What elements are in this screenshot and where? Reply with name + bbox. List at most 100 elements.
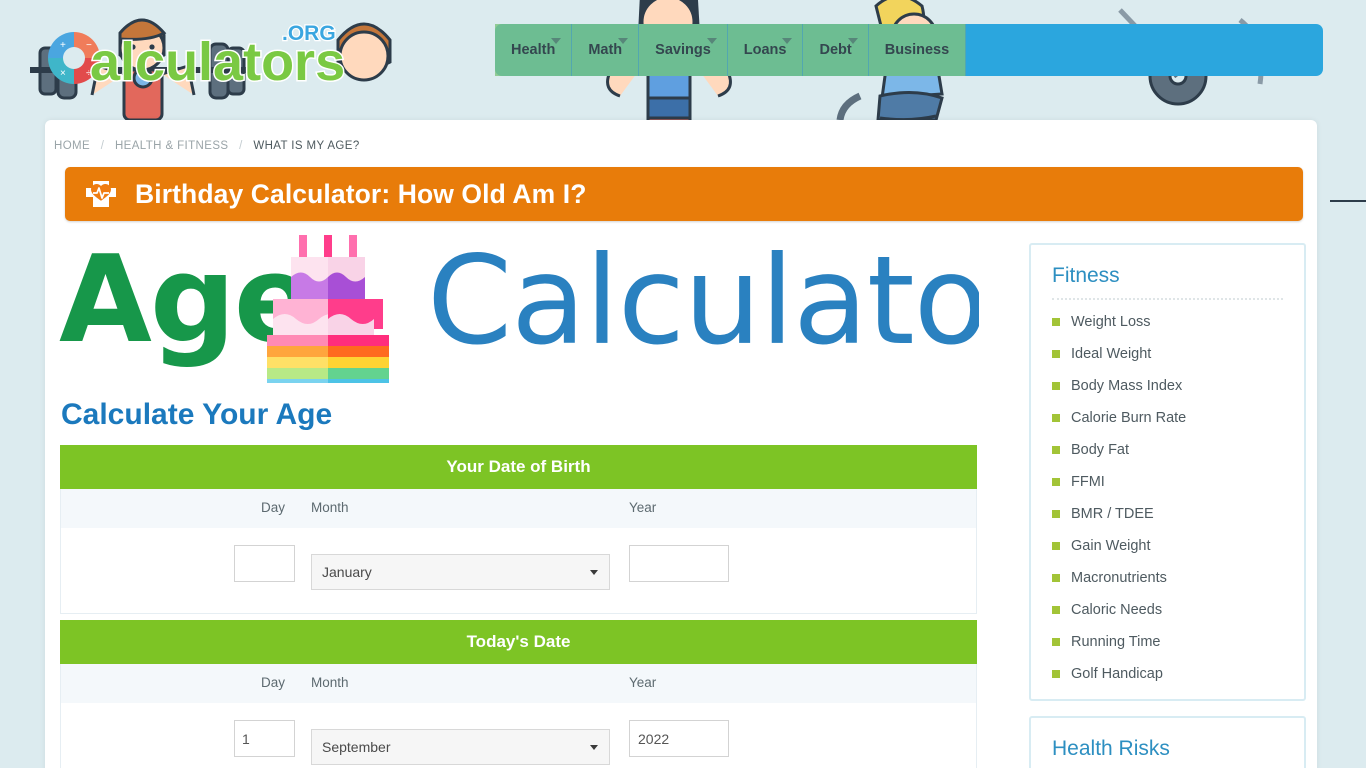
chevron-down-icon [618, 38, 629, 44]
chevron-down-icon [706, 38, 717, 44]
label-day: Day [261, 675, 286, 690]
birth-month-select[interactable]: January [311, 554, 610, 590]
svg-text:+: + [60, 40, 66, 51]
bullet-icon [1052, 446, 1060, 454]
site-logo[interactable]: + − × ÷ alculators .ORG [38, 8, 358, 108]
sidebar-fitness-list: Weight Loss Ideal Weight Body Mass Index… [1031, 306, 1304, 690]
bullet-icon [1052, 478, 1060, 486]
birth-year-input[interactable] [629, 545, 729, 582]
today-month-select[interactable]: September [311, 729, 610, 765]
sidebar-item-caloric-needs[interactable]: Caloric Needs [1052, 594, 1304, 626]
nav-label: Math [588, 42, 623, 58]
sidebar-item-label: Calorie Burn Rate [1071, 410, 1187, 426]
sidebar-item-label: Body Fat [1071, 442, 1130, 458]
label-day: Day [261, 500, 286, 515]
today-year-input[interactable] [629, 720, 729, 757]
sidebar-item-label: Weight Loss [1071, 314, 1151, 330]
nav-item-savings[interactable]: Savings [639, 24, 728, 76]
breadcrumb-separator: / [100, 140, 105, 152]
birth-day-input[interactable] [234, 545, 295, 582]
today-day-input[interactable] [234, 720, 295, 757]
nav-item-math[interactable]: Math [572, 24, 640, 76]
sidebar-item-calorie-burn-rate[interactable]: Calorie Burn Rate [1052, 402, 1304, 434]
heart-pulse-icon [81, 177, 121, 211]
svg-text:Calculator: Calculator [427, 233, 979, 372]
main-navigation: Health Math Savings Loans Debt Business [495, 24, 1323, 76]
bullet-icon [1052, 350, 1060, 358]
birth-month-value: January [322, 564, 372, 580]
page-edge-artifact [1330, 200, 1366, 202]
nav-label: Business [884, 42, 950, 58]
label-month: Month [311, 500, 349, 515]
svg-text:.ORG: .ORG [282, 22, 336, 45]
todays-date-label-row: Day Month Year [60, 664, 977, 703]
page-title: Birthday Calculator: How Old Am I? [135, 178, 587, 209]
sidebar-fitness: Fitness Weight Loss Ideal Weight Body Ma… [1029, 243, 1306, 701]
breadcrumb-home[interactable]: HOME [54, 140, 90, 152]
bullet-icon [1052, 574, 1060, 582]
sidebar-item-ffmi[interactable]: FFMI [1052, 466, 1304, 498]
nav-item-health[interactable]: Health [495, 24, 573, 76]
sidebar-health-risks-title: Health Risks [1052, 737, 1170, 760]
sidebar-health-risks: Health Risks [1029, 716, 1306, 768]
page-heading: Calculate Your Age [61, 398, 333, 431]
bullet-icon [1052, 638, 1060, 646]
sidebar-divider [1052, 298, 1283, 300]
nav-label: Savings [655, 42, 711, 58]
sidebar-item-macronutrients[interactable]: Macronutrients [1052, 562, 1304, 594]
date-of-birth-input-row: January [60, 528, 977, 614]
today-month-value: September [322, 739, 391, 755]
age-calculator-logo: Age Calculator [59, 230, 1039, 401]
sidebar-item-label: Running Time [1071, 634, 1161, 650]
nav-item-loans[interactable]: Loans [727, 24, 804, 76]
breadcrumb: HOME / HEALTH & FITNESS / WHAT IS MY AGE… [54, 140, 360, 152]
label-year: Year [629, 675, 657, 690]
breadcrumb-health-fitness[interactable]: HEALTH & FITNESS [115, 140, 229, 152]
chevron-down-icon [590, 745, 598, 750]
sidebar-item-label: Body Mass Index [1071, 378, 1183, 394]
bullet-icon [1052, 510, 1060, 518]
chevron-down-icon [782, 38, 793, 44]
bullet-icon [1052, 542, 1060, 550]
date-of-birth-title: Your Date of Birth [60, 445, 977, 489]
bullet-icon [1052, 414, 1060, 422]
sidebar-item-bmr-tdee[interactable]: BMR / TDEE [1052, 498, 1304, 530]
sidebar-item-golf-handicap[interactable]: Golf Handicap [1052, 658, 1304, 690]
sidebar-item-weight-loss[interactable]: Weight Loss [1052, 306, 1304, 338]
label-year: Year [629, 500, 657, 515]
date-of-birth-section: Your Date of Birth Day Month Year Januar… [60, 445, 977, 614]
breadcrumb-separator: / [239, 140, 243, 152]
svg-text:×: × [60, 68, 66, 79]
todays-date-title: Today's Date [60, 620, 977, 664]
sidebar-item-label: FFMI [1071, 474, 1105, 490]
label-month: Month [311, 675, 349, 690]
nav-list: Health Math Savings Loans Debt Business [495, 24, 967, 76]
breadcrumb-current: WHAT IS MY AGE? [253, 140, 360, 152]
sidebar-item-label: Golf Handicap [1071, 666, 1163, 682]
sidebar-item-body-fat[interactable]: Body Fat [1052, 434, 1304, 466]
sidebar-item-label: Caloric Needs [1071, 602, 1163, 618]
sidebar-item-label: Ideal Weight [1071, 346, 1152, 362]
nav-label: Debt [819, 42, 852, 58]
bullet-icon [1052, 670, 1060, 678]
todays-date-section: Today's Date Day Month Year September [60, 620, 977, 768]
nav-item-business[interactable]: Business [868, 24, 967, 76]
sidebar-item-label: Macronutrients [1071, 570, 1167, 586]
nav-label: Health [511, 42, 556, 58]
sidebar-item-gain-weight[interactable]: Gain Weight [1052, 530, 1304, 562]
sidebar-item-ideal-weight[interactable]: Ideal Weight [1052, 338, 1304, 370]
bullet-icon [1052, 382, 1060, 390]
sidebar-fitness-title: Fitness [1052, 264, 1120, 287]
bullet-icon [1052, 318, 1060, 326]
sidebar-item-body-mass-index[interactable]: Body Mass Index [1052, 370, 1304, 402]
nav-item-debt[interactable]: Debt [803, 24, 869, 76]
sidebar-item-running-time[interactable]: Running Time [1052, 626, 1304, 658]
todays-date-input-row: September [60, 703, 977, 768]
chevron-down-icon [590, 570, 598, 575]
sidebar-item-label: BMR / TDEE [1071, 506, 1154, 522]
bullet-icon [1052, 606, 1060, 614]
sidebar-item-label: Gain Weight [1071, 538, 1151, 554]
page-title-bar: Birthday Calculator: How Old Am I? [65, 167, 1303, 221]
date-of-birth-label-row: Day Month Year [60, 489, 977, 528]
page-root: + − × ÷ alculators .ORG Health Math Savi… [0, 0, 1366, 768]
